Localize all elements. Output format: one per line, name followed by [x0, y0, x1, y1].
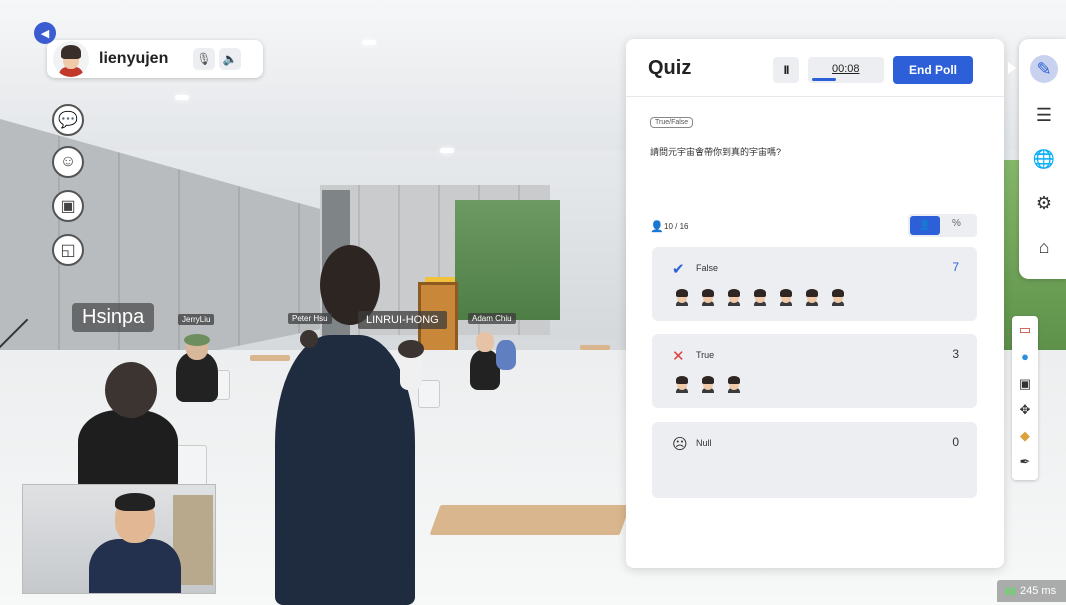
user-name: lienyujen: [99, 50, 169, 67]
voter-avatar: [674, 289, 690, 306]
answer-option-null: ☹ Null 0: [652, 422, 977, 498]
main-avatar-jacket: [275, 335, 415, 605]
signal-bars-icon: ▮▮: [1005, 585, 1017, 597]
name-tag: Peter Hsu: [288, 313, 332, 324]
cast-icon[interactable]: ◱: [52, 234, 84, 266]
user-bar: lienyujen 🎙 🔈: [47, 40, 263, 78]
whiteboard-icon[interactable]: ▭: [1015, 320, 1035, 340]
pen-icon[interactable]: ✒: [1015, 452, 1035, 472]
avatar-head: [398, 340, 424, 358]
avatar-head: [300, 330, 318, 348]
answer-option-true: ✕ True 3: [652, 334, 977, 408]
voter-avatar: [778, 289, 794, 306]
name-tag: Hsinpa: [72, 303, 155, 332]
check-circle-icon: ✔: [672, 261, 685, 278]
ceiling-light: [175, 95, 189, 100]
ceiling-light: [362, 40, 376, 45]
voter-avatar: [752, 289, 768, 306]
tool-strip: ▭ ● ▣ ✥ ◆ ✒: [1012, 316, 1038, 480]
speaking-indicator-icon: ◀: [34, 22, 56, 44]
object-icon[interactable]: ◆: [1015, 426, 1035, 446]
view-toggle: 👤 %: [908, 214, 977, 237]
pause-button[interactable]: II: [773, 57, 799, 83]
group-icon[interactable]: ●: [1015, 346, 1035, 366]
window-greenery: [455, 200, 560, 320]
answer-count: 3: [952, 347, 959, 361]
webcam-video-tile[interactable]: [22, 484, 216, 594]
desk: [250, 355, 290, 361]
quiz-panel: Quiz II 00:08 End Poll True/False 請問元宇宙會…: [626, 39, 1004, 568]
x-icon: ✕: [672, 348, 685, 365]
avatar-body: [496, 340, 516, 370]
quiz-header: Quiz II 00:08 End Poll: [626, 39, 1004, 97]
desk: [429, 505, 631, 535]
video-person-torso: [89, 539, 181, 593]
answer-option-false: ✔ False 7: [652, 247, 977, 321]
latency-indicator: ▮▮ 245 ms: [997, 580, 1066, 602]
person-icon: 👤: [650, 221, 664, 233]
sad-face-icon: ☹: [672, 436, 688, 453]
answer-label: True: [696, 350, 715, 360]
desk: [580, 345, 610, 350]
toggle-percent[interactable]: %: [952, 218, 961, 229]
gear-icon[interactable]: ⚙: [1030, 189, 1058, 217]
question-type-badge: True/False: [650, 117, 694, 128]
name-tag: Adam Chiu: [468, 313, 516, 324]
avatar-face: [476, 332, 494, 352]
ceiling-light: [440, 148, 454, 153]
chat-icon[interactable]: 💬: [52, 104, 84, 136]
microphone-icon[interactable]: 🎙: [193, 48, 215, 70]
response-count: 10 / 16: [664, 222, 689, 231]
screen-share-icon[interactable]: ▣: [52, 190, 84, 222]
timer-progress-bar: [812, 78, 836, 81]
toggle-people-icon[interactable]: 👤: [910, 216, 940, 235]
quiz-title: Quiz: [648, 57, 692, 79]
voter-avatar: [804, 289, 820, 306]
voter-avatars: [674, 376, 752, 393]
avatar-head: [105, 362, 157, 418]
answer-count: 0: [952, 435, 959, 449]
timer-text: 00:08: [832, 63, 860, 75]
voter-avatar: [674, 376, 690, 393]
timer: 00:08: [808, 57, 884, 83]
user-avatar[interactable]: [53, 41, 89, 77]
right-sidebar: ✎ ☰ 🌐 ⚙ ⌂: [1019, 39, 1066, 279]
answer-label: Null: [696, 438, 712, 448]
screen-icon[interactable]: ▣: [1015, 374, 1035, 394]
voter-avatar: [726, 289, 742, 306]
globe-icon[interactable]: 🌐: [1030, 145, 1058, 173]
name-tag: LINRUI-HONG: [358, 311, 447, 329]
avatar-hair: [184, 334, 210, 346]
voter-avatar: [726, 376, 742, 393]
voter-avatars: [674, 289, 856, 306]
voter-avatar: [700, 376, 716, 393]
quiz-icon[interactable]: ✎: [1030, 55, 1058, 83]
answer-count: 7: [952, 260, 959, 274]
participants-list-icon[interactable]: ☰: [1030, 101, 1058, 129]
avatar-body: [78, 410, 178, 490]
end-poll-button[interactable]: End Poll: [893, 56, 973, 84]
room-icon[interactable]: ⌂: [1030, 233, 1058, 261]
move-icon[interactable]: ✥: [1015, 400, 1035, 420]
answer-label: False: [696, 263, 719, 273]
speaker-icon[interactable]: 🔈: [219, 48, 241, 70]
question-text: 請問元宇宙會帶你到真的宇宙嗎?: [650, 147, 782, 157]
latency-value: 245 ms: [1020, 585, 1057, 597]
panel-pointer: [1008, 62, 1016, 74]
name-tag: JerryLiu: [178, 314, 215, 325]
video-person-hair: [115, 493, 155, 511]
voter-avatar: [830, 289, 846, 306]
emoji-icon[interactable]: ☺: [52, 146, 84, 178]
voter-avatar: [700, 289, 716, 306]
